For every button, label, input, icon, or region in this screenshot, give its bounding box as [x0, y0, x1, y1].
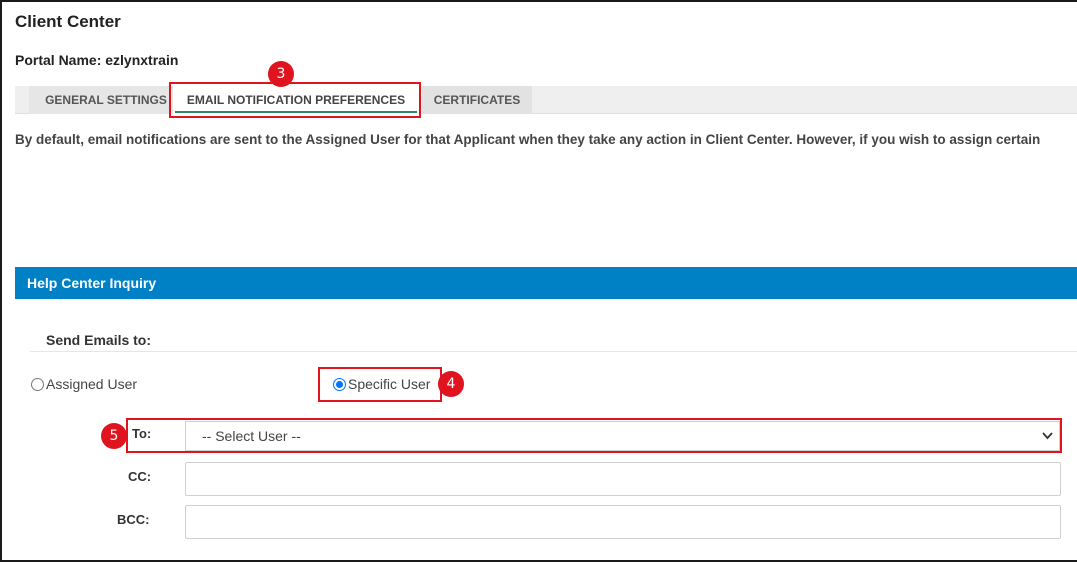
annotation-badge-5: 5 [101, 423, 127, 449]
annotation-highlight-to [126, 418, 1062, 453]
radio-button-assigned-user[interactable] [31, 377, 44, 391]
tab-certificates[interactable]: CERTIFICATES [422, 86, 532, 114]
tab-general-settings[interactable]: GENERAL SETTINGS [29, 86, 183, 114]
bcc-label: BCC: [117, 512, 150, 527]
bcc-input[interactable] [185, 505, 1061, 539]
annotation-highlight-tab [169, 82, 421, 118]
radio-assigned-user[interactable]: Assigned User [31, 376, 137, 392]
annotation-badge-4: 4 [438, 371, 464, 397]
portal-name: Portal Name: ezlynxtrain [15, 52, 179, 68]
divider [30, 351, 1077, 352]
description-text: By default, email notifications are sent… [15, 132, 1041, 147]
page-title: Client Center [15, 12, 121, 31]
annotation-highlight-radio [318, 367, 442, 402]
annotation-badge-3: 3 [268, 61, 294, 87]
section-header-help-center-inquiry: Help Center Inquiry [15, 267, 1077, 299]
send-emails-label: Send Emails to: [46, 332, 152, 348]
radio-label-assigned-user: Assigned User [46, 376, 138, 392]
cc-label: CC: [128, 469, 152, 484]
cc-input[interactable] [185, 462, 1061, 496]
